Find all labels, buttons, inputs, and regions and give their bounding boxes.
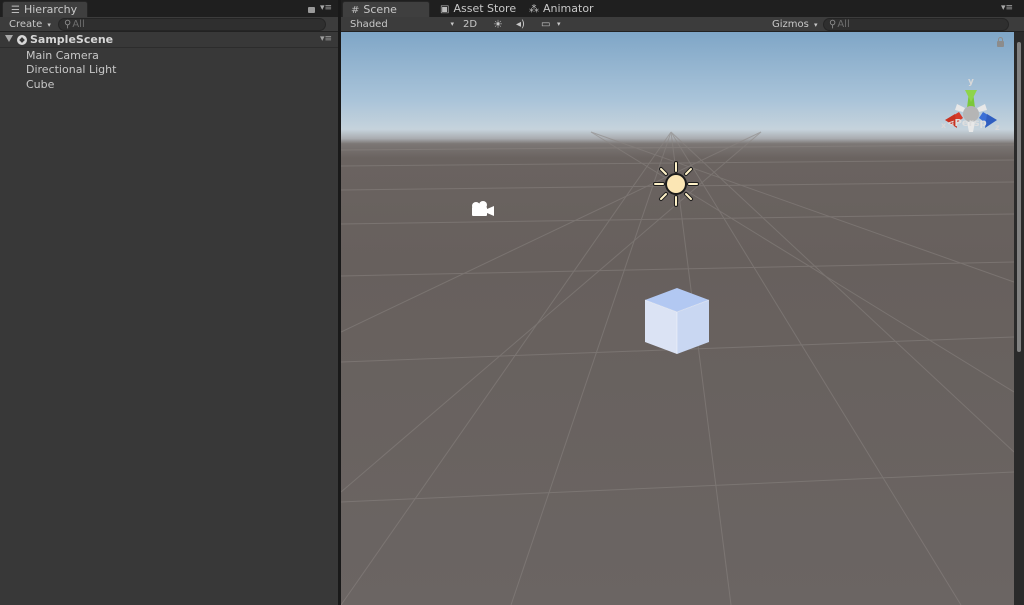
animator-icon: ⁂ xyxy=(529,4,539,15)
persp-icon: ⋖ xyxy=(947,119,955,129)
effects-icon[interactable]: ▭ xyxy=(541,17,550,32)
hierarchy-tabbar: ☰ Hierarchy ▾≡ xyxy=(0,0,338,17)
expand-arrow-icon[interactable] xyxy=(5,35,13,42)
scene-viewport[interactable]: y x z ⋖Persp xyxy=(341,32,1014,605)
sun-toggle-icon[interactable]: ☀ xyxy=(493,17,503,32)
create-dropdown[interactable]: Create ▾ xyxy=(9,17,51,32)
orientation-gizmo[interactable]: y x z xyxy=(941,72,1001,142)
draw-mode-dropdown[interactable]: Shaded ▾ xyxy=(350,17,454,32)
scene-name: SampleScene xyxy=(30,33,114,46)
scene-row[interactable]: SampleScene ▾≡ xyxy=(0,32,338,48)
chevron-down-icon: ▾ xyxy=(450,20,454,28)
scene-menu-icon[interactable]: ▾≡ xyxy=(320,34,332,44)
toggle-2d-button[interactable]: 2D xyxy=(463,17,477,32)
cube-object[interactable] xyxy=(643,286,711,356)
projection-toggle[interactable]: ⋖Persp xyxy=(947,118,987,129)
effects-dropdown-icon[interactable]: ▾ xyxy=(557,17,561,32)
list-item-directional-light[interactable]: Directional Light xyxy=(26,62,116,77)
hierarchy-toolbar: Create ▾ ⚲All xyxy=(0,17,338,32)
scene-panel: # Scene ▣ Asset Store ⁂ Animator ▾≡ Shaded … xyxy=(341,0,1024,605)
tab-scene[interactable]: # Scene xyxy=(342,1,430,17)
panel-menu-icon[interactable]: ▾≡ xyxy=(320,3,332,13)
viewport-scrollbar[interactable] xyxy=(1014,32,1024,605)
gizmo-lock-icon[interactable] xyxy=(997,37,1004,47)
panel-menu-icon[interactable]: ▾≡ xyxy=(1001,3,1013,13)
tab-animator[interactable]: ⁂ Animator xyxy=(521,1,602,17)
scene-toolbar: Shaded ▾ 2D ☀ ◂) ▭ ▾ Gizmos ▾ ⚲All xyxy=(341,17,1024,32)
lock-icon[interactable] xyxy=(308,7,315,13)
tab-hierarchy[interactable]: ☰ Hierarchy xyxy=(2,1,88,17)
search-icon: ⚲ xyxy=(64,19,72,30)
search-icon: ⚲ xyxy=(829,19,837,30)
audio-toggle-icon[interactable]: ◂) xyxy=(516,17,525,32)
camera-icon[interactable] xyxy=(469,200,495,220)
list-item-cube[interactable]: Cube xyxy=(26,77,54,92)
axis-y-label: y xyxy=(968,77,974,87)
gizmos-dropdown[interactable]: Gizmos ▾ xyxy=(772,17,818,32)
unity-scene-icon xyxy=(17,35,27,45)
tab-asset-store[interactable]: ▣ Asset Store xyxy=(432,1,524,17)
hierarchy-search-input[interactable]: ⚲All xyxy=(58,18,326,31)
list-item-main-camera[interactable]: Main Camera xyxy=(26,48,99,63)
asset-store-bag-icon: ▣ xyxy=(440,4,450,15)
chevron-down-icon: ▾ xyxy=(47,21,51,29)
axis-z-label: z xyxy=(995,123,1000,132)
scene-search-input[interactable]: ⚲All xyxy=(823,18,1009,31)
hierarchy-panel: ☰ Hierarchy ▾≡ Create ▾ ⚲All SampleScene … xyxy=(0,0,338,605)
chevron-down-icon: ▾ xyxy=(814,21,818,29)
directional-light-icon[interactable] xyxy=(652,160,700,208)
scene-tabbar: # Scene ▣ Asset Store ⁂ Animator ▾≡ xyxy=(341,0,1024,17)
